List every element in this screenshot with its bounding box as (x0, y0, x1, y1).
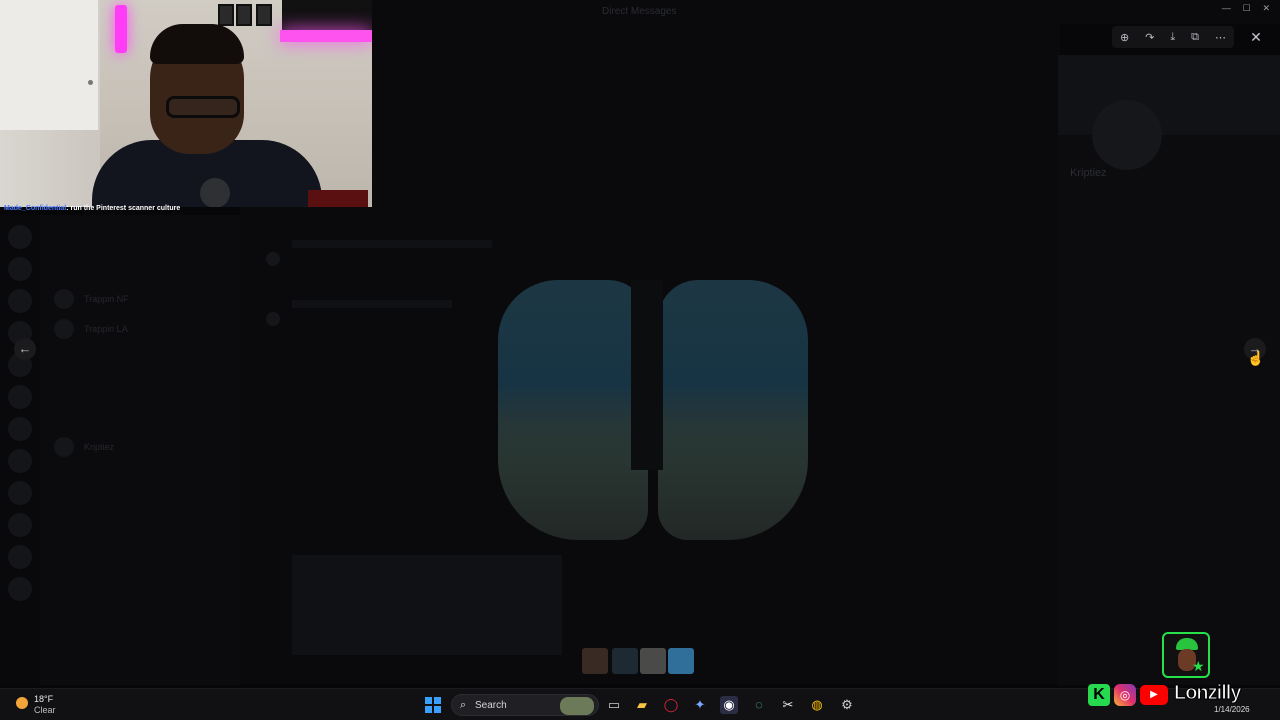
led-light (115, 5, 127, 53)
zoom-in-icon[interactable]: ⊕ (1120, 31, 1129, 44)
profile-panel: Kriptiez (1058, 55, 1280, 685)
server-icon[interactable] (8, 225, 32, 249)
social-overlay: K ◎ ▶ Lonzilly (1088, 682, 1250, 708)
thumbnail[interactable] (668, 648, 694, 674)
list-item[interactable]: Trappin LA (54, 319, 234, 339)
avatar (54, 437, 74, 457)
image-right-lobe (658, 280, 808, 540)
taskbar-search[interactable]: ⌕ Search (451, 694, 599, 716)
file-explorer-icon[interactable]: ▰ (633, 696, 651, 714)
avatar (54, 319, 74, 339)
search-icon: ⌕ (460, 699, 467, 711)
window-close-icon[interactable]: ✕ (1263, 3, 1271, 17)
door-knob (88, 80, 93, 85)
server-icon[interactable] (8, 385, 32, 409)
glasses (166, 96, 240, 118)
task-view-icon[interactable]: ▭ (605, 696, 623, 714)
thumbnail[interactable] (612, 648, 638, 674)
close-icon[interactable]: ✕ (1245, 26, 1267, 48)
picture-frame (256, 4, 272, 26)
previous-image-button[interactable]: ← (14, 338, 36, 360)
dm-name: Trappin LA (84, 324, 128, 334)
server-sidebar (0, 215, 40, 685)
app-icon[interactable]: ◌ (750, 696, 768, 714)
youtube-icon: ▶ (1140, 685, 1168, 705)
viewer-image (488, 280, 808, 550)
windows-start-icon[interactable] (425, 697, 441, 713)
server-icon[interactable] (8, 289, 32, 313)
profile-avatar (1092, 100, 1162, 170)
weather-condition: Clear (34, 705, 56, 715)
server-icon[interactable] (8, 449, 32, 473)
window-controls[interactable]: — ☐ ✕ (1216, 3, 1276, 17)
message-placeholder (292, 240, 492, 248)
chat-text: : run the Pinterest scanner culture (66, 205, 181, 212)
image-left-lobe (498, 280, 648, 540)
server-icon[interactable] (8, 481, 32, 505)
chat-username: Made_Confidential (4, 205, 67, 212)
maximize-icon[interactable]: ☐ (1243, 3, 1251, 17)
door (0, 0, 100, 130)
channel-avatar: ★ (1162, 632, 1210, 678)
server-icon[interactable] (8, 513, 32, 537)
discord-title-bar: Direct Messages (372, 0, 1280, 24)
message-placeholder (292, 300, 452, 308)
picture-frame (236, 4, 252, 26)
cursor-icon: ☝ (1247, 350, 1265, 366)
microphone (200, 178, 230, 207)
list-item[interactable]: Kriptiez (54, 437, 234, 457)
more-icon[interactable]: ⋯ (1215, 31, 1226, 44)
search-placeholder: Search (475, 700, 507, 711)
dm-name: Trappin NF (84, 294, 129, 304)
image-center (631, 280, 663, 470)
avatar (266, 312, 280, 326)
server-icon[interactable] (8, 545, 32, 569)
led-strip (280, 30, 372, 42)
profile-name: Kriptiez (1070, 167, 1107, 179)
viewer-toolbar: ⊕ ↷ ⤓ ⧉ ⋯ (1112, 26, 1234, 48)
instagram-icon: ◎ (1114, 684, 1136, 706)
server-icon[interactable] (8, 417, 32, 441)
download-icon[interactable]: ⤓ (1170, 31, 1175, 44)
attachment-preview (292, 555, 562, 655)
channel-name: Lonzilly (1173, 682, 1241, 705)
server-icon[interactable] (8, 257, 32, 281)
open-external-icon[interactable]: ⧉ (1191, 31, 1199, 44)
thumbnail[interactable] (582, 648, 608, 674)
stream-chat-message: Made_Confidential: run the Pinterest sca… (0, 205, 372, 217)
opera-icon[interactable]: ◯ (662, 696, 680, 714)
rotate-icon[interactable]: ↷ (1145, 31, 1154, 44)
list-item[interactable]: Trappin NF (54, 289, 234, 309)
thumbnail-strip (582, 648, 698, 674)
screen: Direct Messages — ☐ ✕ Trappin NF Trappin… (0, 0, 1280, 720)
settings-icon[interactable]: ⚙ (838, 696, 856, 714)
weather-widget[interactable]: 18°F Clear (16, 693, 96, 717)
chrome-icon[interactable]: ◍ (808, 696, 826, 714)
webcam-overlay (0, 0, 372, 207)
capcut-icon[interactable]: ✂ (779, 696, 797, 714)
weather-temp: 18°F (34, 694, 54, 704)
minimize-icon[interactable]: — (1222, 3, 1231, 17)
window-title: Direct Messages (602, 6, 677, 17)
search-highlight-icon (560, 697, 594, 715)
picture-frame (218, 4, 234, 26)
streamer-hair (150, 24, 244, 64)
dm-list: Trappin NF Trappin LA Kriptiez (40, 215, 240, 685)
discord-icon[interactable]: ◉ (720, 696, 738, 714)
copilot-icon[interactable]: ✦ (691, 696, 709, 714)
thumbnail[interactable] (640, 648, 666, 674)
kick-icon: K (1088, 684, 1110, 706)
dm-name: Kriptiez (84, 442, 115, 452)
sun-icon (16, 697, 28, 709)
profile-banner (1058, 55, 1280, 135)
server-icon[interactable] (8, 577, 32, 601)
avatar (266, 252, 280, 266)
avatar (54, 289, 74, 309)
star-icon: ★ (1192, 658, 1205, 674)
